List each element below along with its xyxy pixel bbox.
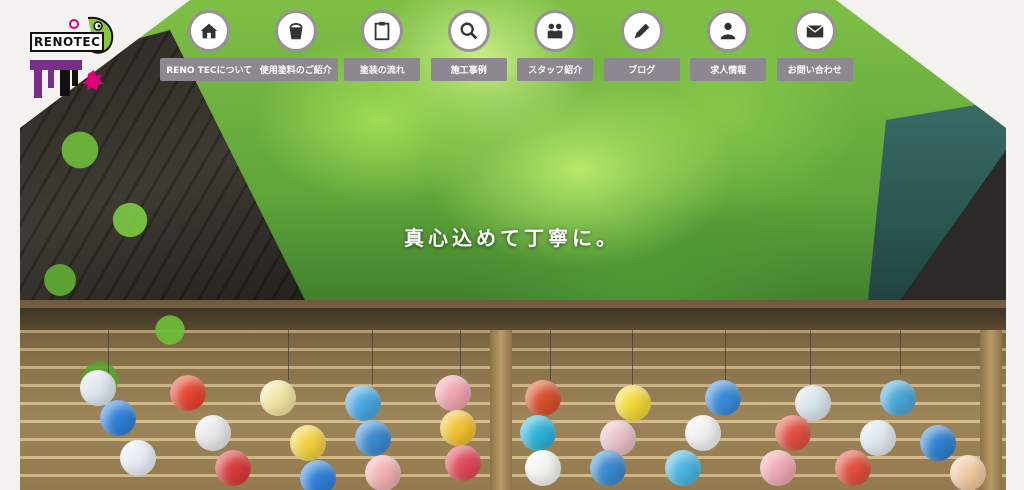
nav-label: 使用塗料のご紹介 [253, 58, 338, 81]
envelope-icon [806, 24, 824, 38]
nav-item-recruit[interactable]: 求人情報 [685, 10, 772, 90]
nav-label: 塗装の流れ [344, 58, 421, 81]
nav-icon-circle [793, 10, 836, 52]
nav-icon-circle [707, 10, 750, 52]
nav-item-works[interactable]: 施工事例 [426, 10, 513, 90]
logo-chameleon-icon [30, 16, 114, 98]
house-icon [201, 23, 218, 39]
nav-item-contact[interactable]: お問い合わせ [772, 10, 859, 90]
nav-icon-circle [447, 10, 490, 52]
nav-label: 求人情報 [690, 58, 767, 81]
nav-label: RENO TECについて [160, 58, 259, 81]
paint-bucket-icon [289, 22, 303, 40]
nav-label: お問い合わせ [776, 58, 853, 81]
nav-item-about[interactable]: RENO TECについて [160, 10, 259, 90]
nav-icon-circle [534, 10, 577, 52]
nav-icon-circle [274, 10, 317, 52]
people-icon [547, 23, 563, 39]
nav-label: スタッフ紹介 [517, 58, 594, 81]
site-logo[interactable]: RENOTEC [28, 12, 116, 100]
person-icon [720, 22, 736, 40]
main-nav: RENO TECについて 使用塗料のご紹介 塗装の流れ 施工事例 スタッフ紹介 … [160, 10, 859, 90]
nav-icon-circle [620, 10, 663, 52]
nav-item-staff[interactable]: スタッフ紹介 [512, 10, 599, 90]
hero-tagline: 真心込めて丁寧に。 [404, 226, 620, 250]
wind-chimes [20, 330, 1006, 490]
nav-icon-circle [188, 10, 231, 52]
nav-label: ブログ [603, 58, 680, 81]
nav-icon-circle [361, 10, 404, 52]
nav-label: 施工事例 [430, 58, 507, 81]
clipboard-icon [374, 21, 390, 41]
pencil-icon [634, 23, 650, 39]
logo-text: RENOTEC [30, 32, 105, 52]
nav-item-blog[interactable]: ブログ [599, 10, 686, 90]
magnifier-icon [460, 22, 478, 40]
nav-item-flow[interactable]: 塗装の流れ [339, 10, 426, 90]
nav-item-paint[interactable]: 使用塗料のご紹介 [253, 10, 340, 90]
